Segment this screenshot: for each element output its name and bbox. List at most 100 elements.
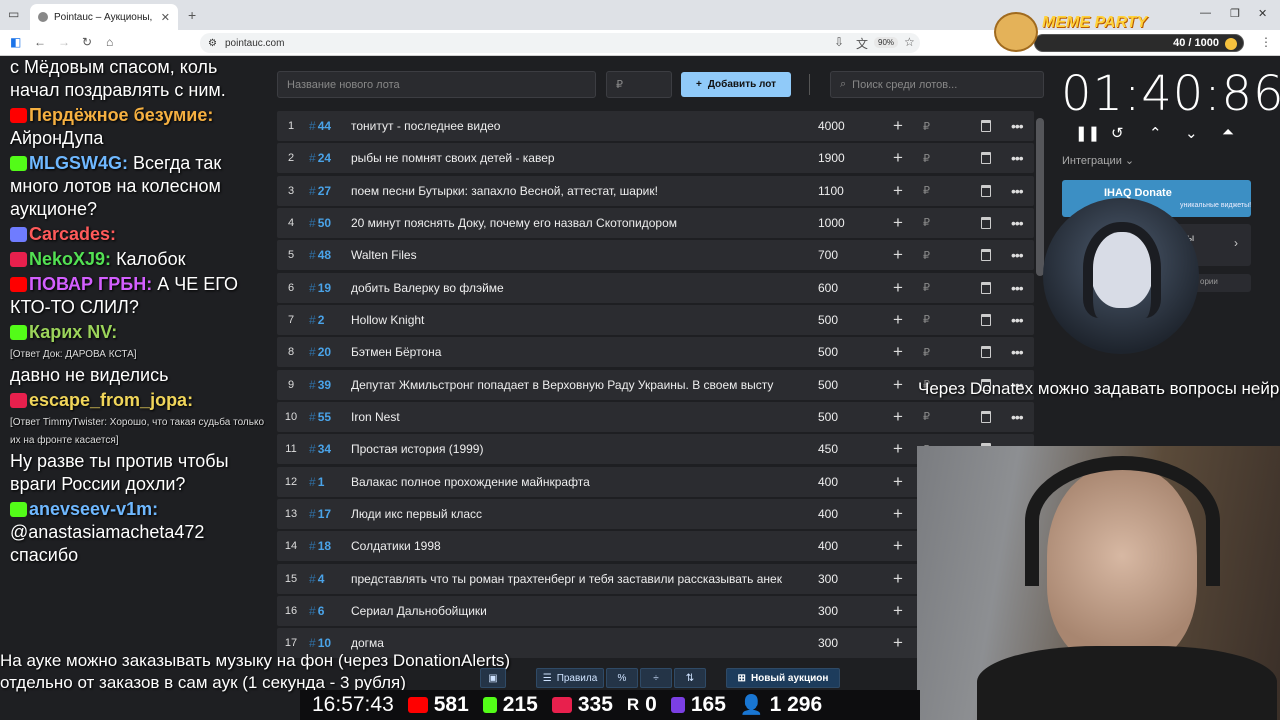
reload-icon[interactable]: ↻ <box>82 35 92 49</box>
lot-name[interactable]: Walten Files <box>351 248 803 262</box>
more-icon[interactable]: ••• <box>1011 118 1024 134</box>
trash-icon[interactable] <box>981 346 991 359</box>
lot-amount[interactable]: 600 <box>818 281 838 295</box>
plus-icon[interactable]: + <box>893 596 903 626</box>
lot-amount[interactable]: 400 <box>818 539 838 553</box>
search-lots-input[interactable]: ⌕ Поиск среди лотов... <box>830 71 1044 98</box>
pause-icon[interactable]: ❚❚ <box>1075 124 1100 142</box>
lot-name[interactable]: Iron Nest <box>351 410 803 424</box>
lot-name[interactable]: добить Валерку во флэйме <box>351 281 803 295</box>
trash-icon[interactable] <box>981 152 991 165</box>
save-icon[interactable]: ▣ <box>480 668 506 688</box>
lot-name[interactable]: Валакас полное прохождение майнкрафта <box>351 475 803 489</box>
lot-name[interactable]: поем песни Бутырки: запахло Весной, атте… <box>351 184 803 198</box>
plus-icon[interactable]: + <box>893 305 903 335</box>
lot-row[interactable]: 10 #55 Iron Nest 500 + ₽ ••• <box>277 401 1034 432</box>
plus-icon[interactable]: + <box>893 176 903 206</box>
plus-icon[interactable]: + <box>893 111 903 141</box>
close-tab-icon[interactable]: ✕ <box>161 11 170 24</box>
tab-actions-icon[interactable]: ▭ <box>8 7 19 21</box>
plus-icon[interactable]: + <box>893 564 903 594</box>
split-icon[interactable]: ÷ <box>640 668 672 688</box>
lot-name[interactable]: Солдатики 1998 <box>351 539 803 553</box>
lot-name[interactable]: догма <box>351 636 803 650</box>
plus-icon[interactable]: + <box>893 434 903 464</box>
lot-name[interactable]: Сериал Дальнобойщики <box>351 604 803 618</box>
lot-row[interactable]: 7 #2 Hollow Knight 500 + ₽ ••• <box>277 304 1034 335</box>
home-icon[interactable]: ⌂ <box>106 35 113 49</box>
lot-row[interactable]: 6 #19 добить Валерку во флэйме 600 + ₽ ••• <box>277 272 1034 303</box>
plus-icon[interactable]: + <box>893 208 903 238</box>
amount-input[interactable]: ₽ <box>606 71 672 98</box>
lot-amount[interactable]: 450 <box>818 442 838 456</box>
sort-icon[interactable]: ⇅ <box>674 668 706 688</box>
chevron-down-icon[interactable]: ⌄ <box>1185 124 1198 142</box>
lot-amount[interactable]: 300 <box>818 636 838 650</box>
plus-icon[interactable]: + <box>893 337 903 367</box>
lot-amount[interactable]: 500 <box>818 345 838 359</box>
more-icon[interactable]: ••• <box>1011 215 1024 231</box>
new-auction-button[interactable]: ⊞ Новый аукцион <box>726 668 840 688</box>
lot-name[interactable]: Простая история (1999) <box>351 442 803 456</box>
lot-row[interactable]: 3 #27 поем песни Бутырки: запахло Весной, … <box>277 175 1034 206</box>
lot-amount[interactable]: 4000 <box>818 119 845 133</box>
lot-amount[interactable]: 500 <box>818 378 838 392</box>
back-icon[interactable]: ← <box>34 35 46 49</box>
plus-icon[interactable]: + <box>893 402 903 432</box>
lot-name[interactable]: Люди икс первый класс <box>351 507 803 521</box>
new-tab-icon[interactable]: + <box>188 7 196 23</box>
browser-tab[interactable]: Pointauc – Аукционы, лотереи ✕ <box>30 4 178 30</box>
translate-icon[interactable]: 文 <box>856 35 868 52</box>
trash-icon[interactable] <box>981 120 991 132</box>
sidebar-icon[interactable]: ◧ <box>10 35 21 49</box>
lot-amount[interactable]: 500 <box>818 410 838 424</box>
lot-row[interactable]: 8 #20 Бэтмен Бёртона 500 + ₽ ••• <box>277 337 1034 368</box>
more-icon[interactable]: ••• <box>1011 183 1024 199</box>
forward-icon[interactable]: → <box>58 35 70 49</box>
lot-name[interactable]: Бэтмен Бёртона <box>351 345 803 359</box>
lot-name[interactable]: представлять что ты роман трахтенберг и … <box>351 572 803 586</box>
lot-name[interactable]: тонитут - последнее видео <box>351 119 803 133</box>
plus-icon[interactable]: + <box>893 370 903 400</box>
lot-amount[interactable]: 1900 <box>818 151 845 165</box>
plus-icon[interactable]: + <box>893 467 903 497</box>
trash-icon[interactable] <box>981 410 991 423</box>
more-icon[interactable]: ••• <box>1011 344 1024 360</box>
trash-icon[interactable] <box>981 216 991 229</box>
site-info-icon[interactable]: ⚙ <box>208 38 217 49</box>
trash-icon[interactable] <box>981 184 991 197</box>
percent-button[interactable]: % <box>606 668 638 688</box>
lots-scrollbar[interactable] <box>1036 118 1044 276</box>
plus-icon[interactable]: + <box>893 143 903 173</box>
bookmark-star-icon[interactable]: ☆ <box>904 35 915 49</box>
lot-amount[interactable]: 1000 <box>818 216 845 230</box>
reset-icon[interactable]: ↺ <box>1111 124 1124 142</box>
lot-amount[interactable]: 400 <box>818 507 838 521</box>
lot-row[interactable]: 2 #24 рыбы не помнят своих детей - кавер 19… <box>277 143 1034 174</box>
integrations-dropdown[interactable]: Интеграции ⌄ <box>1062 154 1134 167</box>
lot-amount[interactable]: 300 <box>818 572 838 586</box>
lot-row[interactable]: 1 #44 тонитут - последнее видео 4000 + ₽ ••• <box>277 111 1034 141</box>
add-lot-button[interactable]: + Добавить лот <box>681 72 791 97</box>
more-icon[interactable]: ••• <box>1011 312 1024 328</box>
trash-icon[interactable] <box>981 281 991 294</box>
lot-amount[interactable]: 300 <box>818 604 838 618</box>
lot-row[interactable]: 5 #48 Walten Files 700 + ₽ ••• <box>277 240 1034 271</box>
more-icon[interactable]: ••• <box>1011 150 1024 166</box>
lot-row[interactable]: 4 #50 20 минут пояснять Доку, почему его н… <box>277 207 1034 238</box>
lot-amount[interactable]: 400 <box>818 475 838 489</box>
lot-name[interactable]: рыбы не помнят своих детей - кавер <box>351 151 803 165</box>
new-lot-input[interactable]: Название нового лота <box>277 71 596 98</box>
address-bar[interactable]: ⚙ pointauc.com <box>200 33 920 53</box>
more-icon[interactable]: ••• <box>1011 280 1024 296</box>
plus-icon[interactable]: + <box>893 273 903 303</box>
chevron-up-icon[interactable]: ⌃ <box>1149 124 1162 142</box>
trash-icon[interactable] <box>981 249 991 262</box>
install-icon[interactable]: ⇩ <box>834 35 844 49</box>
trash-icon[interactable] <box>981 313 991 326</box>
more-icon[interactable]: ••• <box>1011 409 1024 425</box>
lot-amount[interactable]: 1100 <box>818 184 844 198</box>
plus-icon[interactable]: + <box>893 628 903 658</box>
close-window-icon[interactable]: ✕ <box>1258 7 1267 20</box>
plus-icon[interactable]: + <box>893 240 903 270</box>
